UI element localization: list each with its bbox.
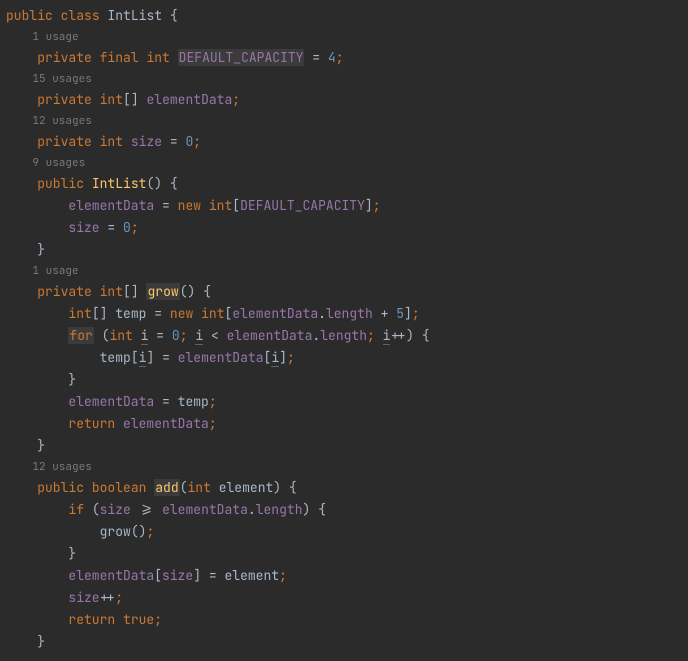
constructor-name: IntList [92, 175, 147, 192]
keyword-for: for [68, 327, 93, 344]
code-line[interactable]: private int[] grow() { [0, 281, 688, 303]
usage-hint[interactable]: 15 usages [0, 69, 688, 89]
usage-hint[interactable]: 12 usages [0, 111, 688, 131]
code-line[interactable]: public IntList() { [0, 173, 688, 195]
keyword-public: public [6, 7, 53, 24]
usage-hint[interactable]: 1 usage [0, 27, 688, 47]
code-line[interactable]: int[] temp = new int[elementData.length … [0, 303, 688, 325]
code-line[interactable]: temp[i] = elementData[i]; [0, 347, 688, 369]
usage-hint[interactable]: 9 usages [0, 153, 688, 173]
field-size: size [131, 133, 162, 150]
code-line[interactable]: grow(); [0, 521, 688, 543]
code-line[interactable]: size++; [0, 587, 688, 609]
code-line[interactable]: private final int DEFAULT_CAPACITY = 4; [0, 47, 688, 69]
code-line[interactable]: } [0, 435, 688, 457]
code-line[interactable]: if (size >= elementData.length) { [0, 499, 688, 521]
const-default-capacity: DEFAULT_CAPACITY [178, 49, 305, 66]
method-grow: grow [146, 283, 179, 300]
code-line[interactable]: private int size = 0; [0, 131, 688, 153]
method-add: add [154, 479, 179, 496]
keyword-class: class [61, 7, 100, 24]
usage-hint[interactable]: 1 usage [0, 261, 688, 281]
code-line[interactable]: return true; [0, 609, 688, 631]
code-line[interactable]: public class IntList { [0, 5, 688, 27]
code-line[interactable]: return elementData; [0, 413, 688, 435]
code-line[interactable]: size = 0; [0, 217, 688, 239]
code-line[interactable]: elementData = temp; [0, 391, 688, 413]
code-line[interactable]: elementData = new int[DEFAULT_CAPACITY]; [0, 195, 688, 217]
usage-hint[interactable]: 12 usages [0, 457, 688, 477]
code-line[interactable]: public boolean add(int element) { [0, 477, 688, 499]
code-line[interactable]: elementData[size] = element; [0, 565, 688, 587]
code-line[interactable]: } [0, 543, 688, 565]
code-line[interactable]: } [0, 631, 688, 653]
code-line[interactable]: private int[] elementData; [0, 89, 688, 111]
code-line[interactable]: for (int i = 0; i < elementData.length; … [0, 325, 688, 347]
code-line[interactable]: } [0, 239, 688, 261]
code-line[interactable]: } [0, 369, 688, 391]
class-name: IntList [107, 7, 162, 24]
field-elementdata: elementData [146, 91, 232, 108]
